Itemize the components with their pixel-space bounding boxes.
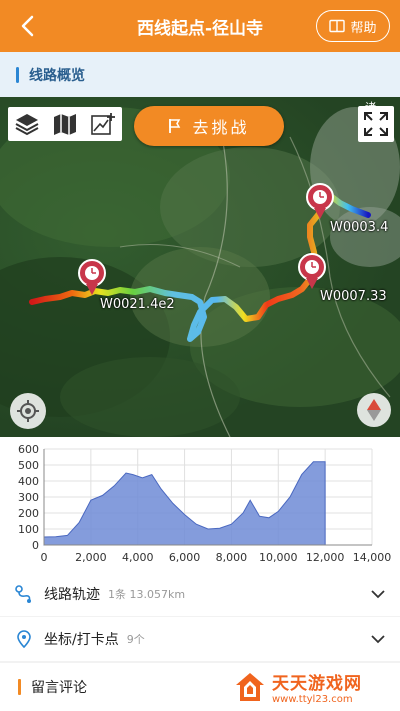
locate-button[interactable] — [10, 393, 46, 429]
chevron-down-icon — [371, 590, 385, 599]
route-icon — [14, 584, 34, 604]
book-icon — [329, 19, 346, 33]
challenge-button[interactable]: 去挑战 — [134, 106, 284, 146]
help-button[interactable]: 帮助 — [316, 10, 390, 42]
challenge-label: 去挑战 — [192, 118, 250, 137]
location-pin-icon — [14, 629, 34, 649]
layers-icon — [15, 114, 39, 136]
fullscreen-button[interactable] — [358, 106, 394, 142]
track-label: 线路轨迹 — [44, 587, 100, 603]
section-title: 线路概览 — [29, 67, 85, 84]
checkpoints-row[interactable]: 坐标/打卡点 9个 — [0, 617, 400, 661]
track-row[interactable]: 线路轨迹 1条 13.057km — [0, 572, 400, 616]
x-tick-label: 4,000 — [122, 551, 154, 564]
route-map[interactable]: 诸 W0021.4e2 W0007.33 W0003.4 — [0, 97, 400, 437]
x-tick-label: 12,000 — [306, 551, 345, 564]
chevron-left-icon — [21, 15, 34, 37]
compass-button[interactable] — [357, 393, 391, 427]
expand-icon — [364, 112, 388, 136]
top-bar: 西线起点-径山寺 帮助 — [0, 0, 400, 52]
x-tick-label: 10,000 — [259, 551, 298, 564]
waypoint-label: W0003.4 — [330, 220, 389, 235]
watermark: 天天游戏网 www.ttyl23.com — [200, 663, 400, 711]
x-tick-label: 6,000 — [169, 551, 201, 564]
back-button[interactable] — [14, 12, 42, 40]
route-overview-header: 线路概览 — [0, 52, 400, 97]
comments-accent-bar — [18, 679, 21, 695]
x-tick-label: 8,000 — [216, 551, 248, 564]
x-tick-label: 0 — [41, 551, 48, 564]
x-tick-label: 14,000 — [353, 551, 392, 564]
flag-icon — [169, 119, 181, 133]
map-icon — [54, 114, 76, 135]
track-summary: 1条 13.057km — [108, 588, 186, 601]
page-title: 西线起点-径山寺 — [136, 19, 264, 39]
y-tick-label: 500 — [18, 459, 39, 472]
draw-route-button[interactable] — [88, 110, 118, 138]
y-tick-label: 300 — [18, 491, 39, 504]
checkpoints-count: 9个 — [126, 633, 145, 646]
y-tick-label: 400 — [18, 475, 39, 488]
satellite-terrain — [0, 107, 400, 437]
locate-icon — [17, 400, 39, 422]
elevation-chart: 0 100 200 300 400 500 600 0 2,000 4,000 6,000 8,000… — [0, 437, 400, 572]
waypoint-label: W0007.33 — [320, 289, 387, 304]
compass-icon — [367, 399, 381, 421]
map-tool-bar — [8, 107, 122, 141]
chevron-down-icon — [371, 635, 385, 644]
map-type-button[interactable] — [50, 110, 80, 138]
layers-button[interactable] — [12, 110, 42, 138]
y-tick-label: 0 — [32, 539, 39, 552]
elevation-chart-svg: 0 100 200 300 400 500 600 0 2,000 4,000 6,000 8,000… — [18, 443, 392, 564]
help-label: 帮助 — [350, 20, 377, 36]
y-tick-label: 600 — [18, 443, 39, 456]
comments-label: 留言评论 — [31, 680, 87, 696]
section-accent-bar — [16, 66, 19, 83]
y-tick-label: 200 — [18, 507, 39, 520]
watermark-text: 天天游戏网 — [272, 674, 362, 694]
house-logo-icon — [236, 673, 264, 701]
waypoint-label: W0021.4e2 — [100, 297, 175, 312]
y-tick-label: 100 — [18, 523, 39, 536]
checkpoints-label: 坐标/打卡点 — [44, 632, 119, 648]
x-tick-label: 2,000 — [75, 551, 107, 564]
watermark-url: www.ttyl23.com — [272, 694, 353, 705]
draw-icon — [91, 113, 115, 135]
